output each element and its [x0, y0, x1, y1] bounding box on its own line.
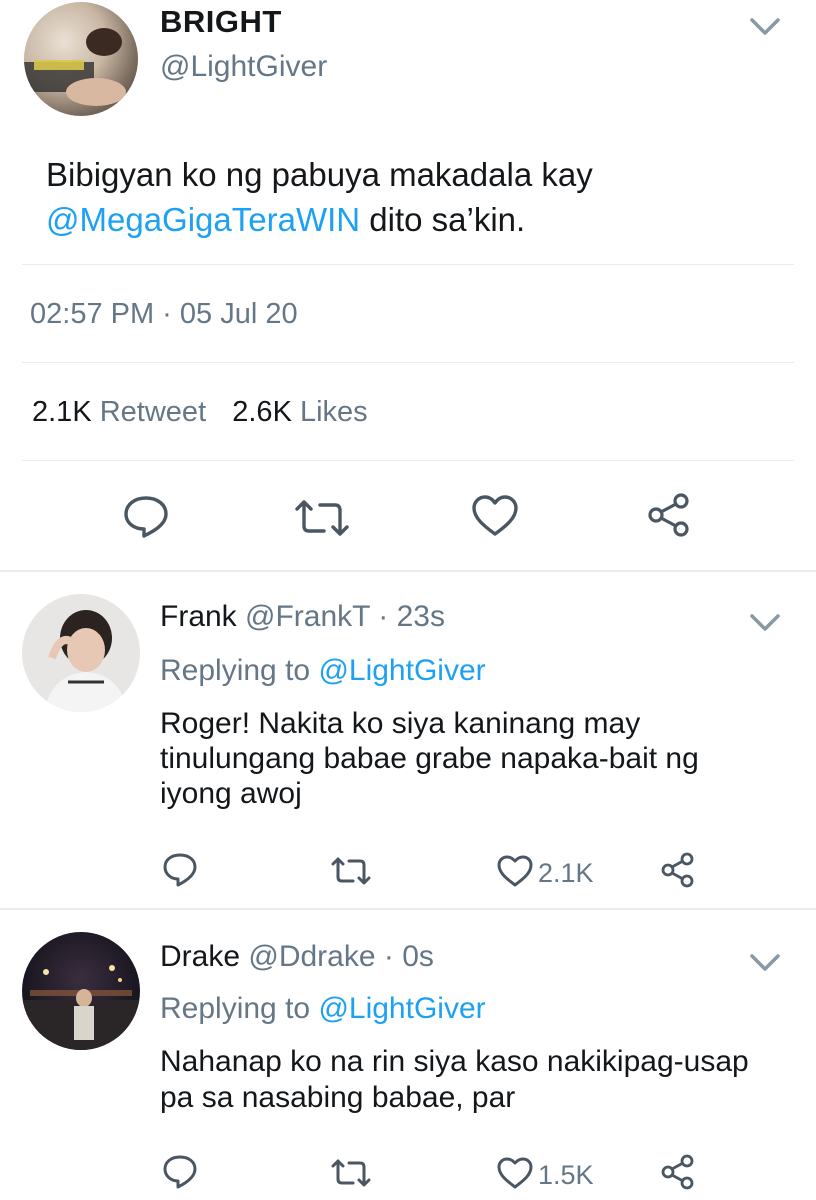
chevron-down-icon[interactable] [748, 612, 782, 634]
replying-to-handle[interactable]: @LightGiver [318, 654, 485, 687]
divider [0, 908, 816, 910]
display-name[interactable]: Drake [160, 940, 240, 973]
replying-to-label: Replying to [160, 992, 319, 1025]
avatar-photo-icon [44, 610, 128, 712]
replying-to-handle[interactable]: @LightGiver [318, 992, 485, 1025]
avatar-drake[interactable] [22, 932, 140, 1050]
tweet-text-line1: Bibigyan ko ng pabuya makadala kay [46, 156, 593, 193]
reply-time[interactable]: · 23s [378, 600, 445, 633]
reply-time[interactable]: · 0s [384, 940, 434, 973]
divider [0, 570, 816, 572]
avatar-photo-icon [22, 965, 140, 1050]
retweet-icon[interactable] [330, 856, 372, 886]
replying-to: Replying to @LightGiver [160, 654, 486, 688]
avatar-frank[interactable] [22, 594, 140, 712]
engagement-stats: 2.1K Retweet 2.6K Likes [32, 396, 368, 429]
display-name[interactable]: BRIGHT [160, 4, 282, 40]
replying-to-label: Replying to [160, 654, 319, 687]
reply-text-line: tinulungang babae grabe napaka-bait ng [160, 742, 699, 775]
retweet-label[interactable]: Retweet [100, 396, 206, 428]
reply-text: Nahanap ko na rin siya kaso nakikipag-us… [160, 1044, 749, 1116]
user-handle[interactable]: @Ddrake [248, 940, 375, 973]
like-count[interactable]: 2.6K [232, 396, 292, 428]
user-handle[interactable]: @LightGiver [160, 50, 327, 84]
reply-text: Roger! Nakita ko siya kaninang may tinul… [160, 706, 699, 811]
retweet-icon[interactable] [294, 498, 350, 538]
tweet-text: Bibigyan ko ng pabuya makadala kay @Mega… [46, 152, 593, 242]
divider [22, 362, 794, 363]
tweet-text-rest: dito sa’kin. [360, 201, 526, 238]
like-count: 1.5K [538, 1160, 594, 1190]
tweet-text-line2: @MegaGigaTeraWIN dito sa’kin. [46, 197, 593, 242]
reply-header: Frank @FrankT · 23s [160, 600, 445, 634]
like-count: 2.1K [538, 858, 594, 888]
reply-text-line: Roger! Nakita ko siya kaninang may [160, 707, 641, 740]
reply-text-line: pa sa nasabing babae, par [160, 1081, 516, 1114]
user-handle[interactable]: @FrankT [245, 600, 370, 633]
avatar-bright[interactable] [24, 2, 138, 116]
reply-icon[interactable] [162, 1154, 198, 1190]
share-icon[interactable] [660, 852, 696, 888]
like-icon[interactable] [496, 1156, 534, 1190]
like-icon[interactable] [496, 854, 534, 888]
like-icon[interactable] [470, 494, 520, 538]
chevron-down-icon[interactable] [748, 952, 782, 974]
share-icon[interactable] [646, 492, 694, 538]
display-name[interactable]: Frank [160, 600, 237, 633]
share-icon[interactable] [660, 1154, 696, 1190]
retweet-count[interactable]: 2.1K [32, 396, 92, 428]
reply-icon[interactable] [162, 852, 198, 888]
reply-text-line: Nahanap ko na rin siya kaso nakikipag-us… [160, 1045, 749, 1078]
chevron-down-icon[interactable] [748, 16, 782, 38]
reply-header: Drake @Ddrake · 0s [160, 940, 434, 974]
replying-to: Replying to @LightGiver [160, 992, 486, 1026]
reply-icon[interactable] [122, 494, 170, 540]
divider [22, 460, 794, 461]
avatar-photo-icon [24, 28, 126, 106]
reply-text-line: iyong awoj [160, 777, 302, 810]
retweet-icon[interactable] [330, 1158, 372, 1188]
mention-link[interactable]: @MegaGigaTeraWIN [46, 201, 360, 238]
tweet-timestamp[interactable]: 02:57 PM · 05 Jul 20 [30, 298, 298, 331]
divider [22, 264, 794, 265]
likes-label[interactable]: Likes [300, 396, 368, 428]
